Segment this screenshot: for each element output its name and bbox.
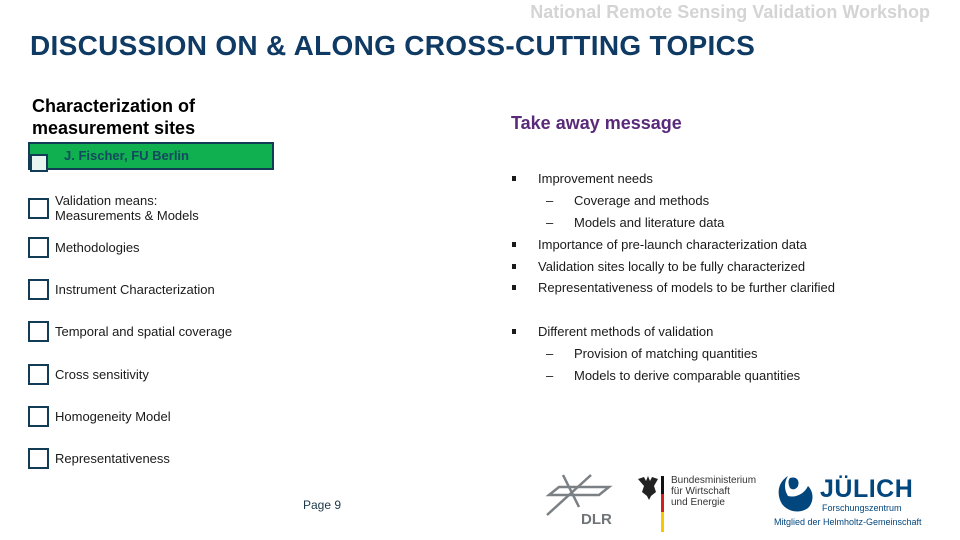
section-title: Characterization of measurement sites xyxy=(32,95,195,139)
takeaway-heading: Take away message xyxy=(511,113,682,133)
takeaway-subitem: Coverage and methods xyxy=(574,193,710,208)
bullet-icon xyxy=(512,329,516,334)
checkbox-icon xyxy=(28,448,49,469)
topic-label: Temporal and spatial coverage xyxy=(55,324,233,339)
topic-label: Homogeneity Model xyxy=(55,409,171,424)
dash-icon: – xyxy=(546,215,554,230)
bmwi-label: Bundesministerium für Wirtschaft und Ene… xyxy=(671,475,756,508)
takeaway-item: Validation sites locally to be fully cha… xyxy=(538,259,806,274)
juelich-label: JÜLICH xyxy=(820,475,914,503)
checkbox-icon xyxy=(28,321,49,342)
topic-item[interactable]: Methodologies xyxy=(28,237,140,258)
page-number: Page 9 xyxy=(303,498,342,512)
dash-icon: – xyxy=(546,193,554,208)
topic-label: Methodologies xyxy=(55,240,140,255)
presenter-bar[interactable]: J. Fischer, FU Berlin xyxy=(28,142,274,172)
dash-icon: – xyxy=(546,346,554,361)
presenter-label: J. Fischer, FU Berlin xyxy=(64,148,189,163)
bmwi-line: Bundesministerium xyxy=(671,475,757,486)
takeaway-item: Representativeness of models to be furth… xyxy=(538,280,835,295)
checkbox-icon xyxy=(30,154,48,172)
takeaway-item: Importance of pre-launch characterizatio… xyxy=(538,237,807,252)
checkbox-icon xyxy=(28,237,49,258)
dash-icon: – xyxy=(546,368,554,383)
topic-label-line1: Validation means: xyxy=(55,193,158,208)
bmwi-line: für Wirtschaft xyxy=(671,486,730,497)
workshop-title: National Remote Sensing Validation Works… xyxy=(530,2,930,22)
section-title-line2: measurement sites xyxy=(32,118,196,138)
juelich-logo-icon xyxy=(778,476,813,512)
topic-label: Validation means: Measurements & Models xyxy=(55,193,199,223)
topic-item[interactable]: Validation means: Measurements & Models xyxy=(28,193,199,223)
juelich-sub-label: Forschungszentrum xyxy=(822,503,902,513)
topic-item[interactable]: Cross sensitivity xyxy=(28,364,149,385)
checkbox-icon xyxy=(28,197,49,219)
topic-label: Representativeness xyxy=(55,451,170,466)
bullet-icon xyxy=(512,285,516,290)
dlr-label: DLR xyxy=(581,511,612,528)
bullet-icon xyxy=(512,242,516,247)
topic-item[interactable]: Homogeneity Model xyxy=(28,406,171,427)
takeaway-item: Improvement needs xyxy=(538,171,653,186)
bmwi-line: und Energie xyxy=(671,497,725,508)
takeaway-subitem: Models and literature data xyxy=(574,215,725,230)
topic-label-line2: Measurements & Models xyxy=(55,208,199,223)
federal-eagle-icon xyxy=(638,476,664,532)
bullet-icon xyxy=(512,176,516,181)
section-title-line1: Characterization of xyxy=(32,96,196,116)
slide-title: DISCUSSION ON & ALONG CROSS-CUTTING TOPI… xyxy=(30,30,756,61)
helmholtz-member-label: Mitglied der Helmholtz-Gemeinschaft xyxy=(774,517,922,527)
takeaway-subitem: Provision of matching quantities xyxy=(574,346,758,361)
topic-label: Cross sensitivity xyxy=(55,367,149,382)
checkbox-icon xyxy=(28,364,49,385)
topic-item[interactable]: Instrument Characterization xyxy=(28,279,215,300)
bullet-icon xyxy=(512,264,516,269)
takeaway-item: Different methods of validation xyxy=(538,324,714,339)
topic-item[interactable]: Representativeness xyxy=(28,448,170,469)
topic-item[interactable]: Temporal and spatial coverage xyxy=(28,321,232,342)
takeaway-subitem: Models to derive comparable quantities xyxy=(574,368,801,383)
topic-label: Instrument Characterization xyxy=(55,282,215,297)
checkbox-icon xyxy=(28,406,49,427)
checkbox-icon xyxy=(28,279,49,300)
